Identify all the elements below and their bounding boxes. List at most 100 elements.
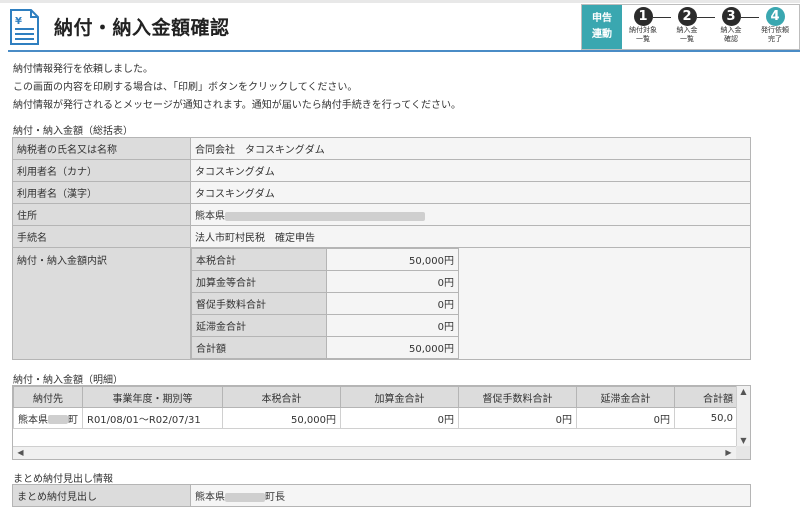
row-label: 利用者名（漢字） [12, 181, 191, 204]
step-indicator: 申告 連動 1 納付対象 一覧 2 納入金 一覧 3 納入金 確認 4 発行依頼 完了 [581, 4, 800, 50]
step-2: 2 納入金 一覧 [667, 7, 707, 44]
column-header: 督促手数料合計 [458, 386, 577, 408]
breakdown-label: 合計額 [191, 336, 327, 359]
scrollbar-corner [736, 446, 750, 459]
horizontal-scrollbar[interactable]: ◀ ▶ [13, 446, 736, 459]
summary-section-title: 納付・納入金額（総括表） [13, 126, 133, 137]
row-label: 納税者の氏名又は名称 [12, 137, 191, 160]
matome-value-prefix: 熊本県 [195, 492, 225, 503]
table-row: 納税者の氏名又は名称 合同会社 タコスキングダム [12, 137, 751, 160]
matome-value: 熊本県 町長 [190, 484, 751, 507]
table-row: 加算金等合計 0円 [191, 270, 459, 293]
column-header: 本税合計 [222, 386, 341, 408]
message-line-3: 納付情報が発行されるとメッセージが通知されます。通知が届いたら納付手続きを行って… [13, 100, 461, 111]
step-1: 1 納付対象 一覧 [623, 7, 663, 44]
address-value: 熊本県 [190, 203, 751, 226]
table-row: 納付・納入金額内訳 本税合計 50,000円 加算金等合計 0円 督促手数料合計 0円… [12, 247, 751, 360]
table-row: 延滞金合計 0円 [191, 314, 459, 337]
scroll-up-icon[interactable]: ▲ [737, 386, 750, 398]
row-label: 住所 [12, 203, 191, 226]
column-header: 延滞金合計 [576, 386, 675, 408]
table-row: 利用者名（カナ） タコスキングダム [12, 159, 751, 182]
fee-cell: 0円 [458, 407, 577, 429]
step-3: 3 納入金 確認 [711, 7, 751, 44]
breakdown-label: 本税合計 [191, 248, 327, 271]
column-header: 納付先 [13, 386, 83, 408]
table-row: 本税合計 50,000円 [191, 248, 459, 271]
row-label: 利用者名（カナ） [12, 159, 191, 182]
step-label: 確認 [724, 35, 738, 43]
breakdown-cell: 本税合計 50,000円 加算金等合計 0円 督促手数料合計 0円 延滞金合計 0円 合… [190, 247, 751, 360]
step-label: 納付対象 [629, 26, 657, 34]
breakdown-label: 延滞金合計 [191, 314, 327, 337]
row-value: タコスキングダム [190, 159, 751, 182]
total-cell: 50,0 [674, 407, 738, 429]
table-row: 住所 熊本県 [12, 203, 751, 226]
scroll-right-icon[interactable]: ▶ [722, 447, 735, 459]
breakdown-label: 加算金等合計 [191, 270, 327, 293]
period-cell: R01/08/01～R02/07/31 [82, 407, 223, 429]
step-label: 完了 [768, 35, 782, 43]
redacted-block [225, 492, 265, 502]
tax-cell: 50,000円 [222, 407, 341, 429]
address-prefix: 熊本県 [195, 211, 225, 222]
breakdown-value: 0円 [326, 314, 459, 337]
payee-prefix: 熊本県 [18, 414, 48, 426]
breakdown-value: 0円 [326, 270, 459, 293]
row-value: タコスキングダム [190, 181, 751, 204]
matome-section-title: まとめ納付見出し情報 [13, 474, 113, 485]
step-number: 3 [721, 7, 741, 26]
row-value: 法人市町村民税 確定申告 [190, 225, 751, 248]
detail-table: 納付先 事業年度・期別等 本税合計 加算金合計 督促手数料合計 延滞金合計 合計… [13, 386, 738, 429]
row-label: 納付・納入金額内訳 [12, 247, 191, 360]
table-header-row: 納付先 事業年度・期別等 本税合計 加算金合計 督促手数料合計 延滞金合計 合計… [13, 386, 738, 408]
summary-table: 納税者の氏名又は名称 合同会社 タコスキングダム 利用者名（カナ） タコスキング… [12, 137, 751, 360]
matome-value-suffix: 町長 [265, 492, 285, 503]
breakdown-value: 50,000円 [326, 336, 459, 359]
table-row: 合計額 50,000円 [191, 336, 459, 359]
step-number: 4 [765, 7, 785, 26]
table-row: 手続名 法人市町村民税 確定申告 [12, 225, 751, 248]
column-header: 事業年度・期別等 [82, 386, 223, 408]
title-underline [8, 50, 800, 52]
step-label: 一覧 [680, 35, 694, 43]
redacted-block [225, 211, 425, 221]
document-yen-icon: ¥ [10, 9, 39, 45]
step-label: 一覧 [636, 35, 650, 43]
table-row: 督促手数料合計 0円 [191, 292, 459, 315]
page-title: 納付・納入金額確認 [54, 17, 230, 39]
column-header: 合計額 [674, 386, 738, 408]
vertical-scrollbar[interactable]: ▲ ▼ [736, 386, 750, 447]
table-row: 利用者名（漢字） タコスキングダム [12, 181, 751, 204]
table-row[interactable]: 熊本県 町 R01/08/01～R02/07/31 50,000円 0円 0円 0… [13, 407, 738, 429]
row-label: 手続名 [12, 225, 191, 248]
payee-suffix: 町 [68, 414, 78, 426]
matome-table: まとめ納付見出し 熊本県 町長 [12, 484, 751, 507]
svg-text:¥: ¥ [15, 16, 22, 27]
table-row: まとめ納付見出し 熊本県 町長 [12, 484, 751, 507]
breakdown-label: 督促手数料合計 [191, 292, 327, 315]
step-tag: 申告 連動 [582, 5, 622, 49]
step-label: 発行依頼 [761, 26, 789, 34]
row-label: まとめ納付見出し [12, 484, 191, 507]
step-number: 2 [677, 7, 697, 26]
message-line-2: この画面の内容を印刷する場合は、「印刷」ボタンをクリックしてください。 [13, 82, 358, 93]
step-label: 納入金 [676, 26, 698, 34]
message-line-1: 納付情報発行を依頼しました。 [13, 64, 153, 75]
redacted-block [48, 415, 68, 424]
step-tag-line2: 連動 [592, 29, 612, 40]
detail-section-title: 納付・納入金額（明細） [13, 375, 123, 386]
step-number: 1 [633, 7, 653, 26]
breakdown-value: 0円 [326, 292, 459, 315]
step-label: 納入金 [720, 26, 742, 34]
detail-scroll-panel[interactable]: 納付先 事業年度・期別等 本税合計 加算金合計 督促手数料合計 延滞金合計 合計… [12, 385, 751, 460]
step-4-active: 4 発行依頼 完了 [755, 7, 795, 44]
delinquency-cell: 0円 [576, 407, 675, 429]
scroll-left-icon[interactable]: ◀ [14, 447, 27, 459]
row-value: 合同会社 タコスキングダム [190, 137, 751, 160]
payee-cell: 熊本県 町 [13, 407, 83, 429]
column-header: 加算金合計 [340, 386, 459, 408]
breakdown-value: 50,000円 [326, 248, 459, 271]
step-tag-line1: 申告 [592, 13, 612, 24]
top-border [0, 0, 800, 3]
